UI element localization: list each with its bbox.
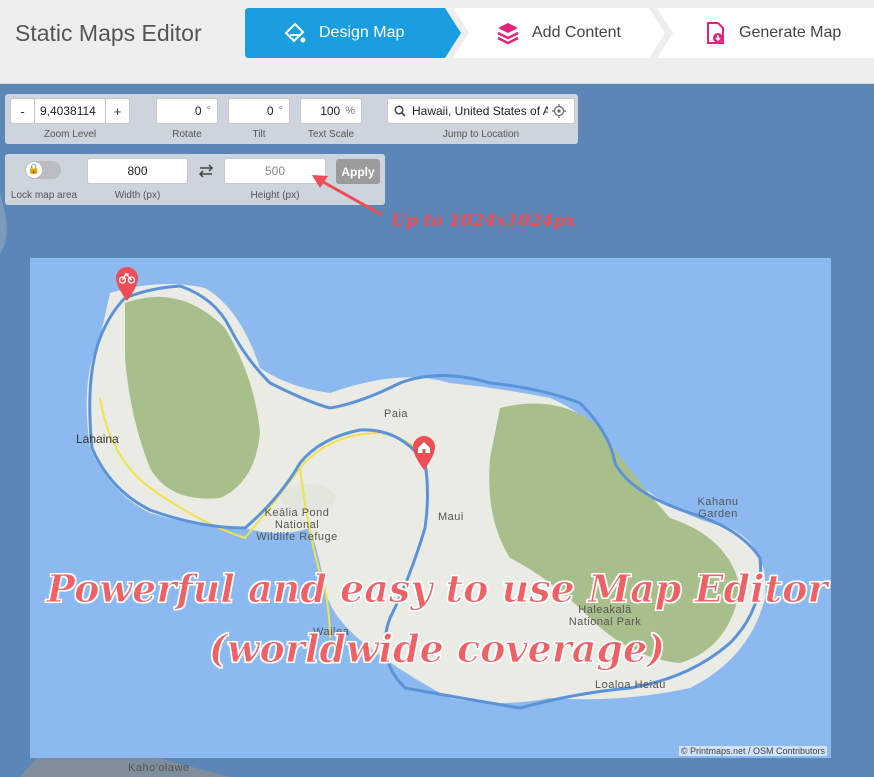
zoom-in-button[interactable]: + bbox=[105, 98, 130, 124]
location-label: Jump to Location bbox=[442, 129, 520, 140]
map-label-lahaina: Lahaina bbox=[76, 432, 119, 446]
text-scale-value: 100 bbox=[320, 104, 341, 118]
lock-map-label: Lock map area bbox=[10, 190, 78, 201]
text-scale-input[interactable]: 100 % bbox=[300, 98, 362, 124]
paint-bucket-icon bbox=[284, 22, 306, 43]
text-scale-label: Text Scale bbox=[307, 129, 355, 140]
width-input[interactable]: 800 bbox=[87, 158, 188, 184]
map-canvas[interactable]: Lahaina Paia Maui Keālia Pond National W… bbox=[30, 258, 831, 758]
bicycle-marker-icon[interactable] bbox=[114, 266, 140, 302]
step-generate-map-label: Generate Map bbox=[739, 24, 842, 41]
rotate-value: 0 bbox=[194, 104, 202, 118]
rotate-label: Rotate bbox=[172, 129, 202, 140]
map-label-kealia-line2: National bbox=[274, 519, 320, 531]
app-title: Static Maps Editor bbox=[15, 20, 202, 46]
step-add-content[interactable]: Add Content bbox=[450, 8, 668, 58]
promo-headline: Powerful and easy to use Map Editor bbox=[46, 566, 828, 612]
map-label-kealia: Keālia Pond National Wildlife Refuge bbox=[242, 507, 352, 543]
location-search-input[interactable]: Hawaii, United States of A bbox=[387, 98, 575, 124]
zoom-out-button[interactable]: - bbox=[10, 98, 35, 124]
tilt-unit: ° bbox=[278, 105, 283, 117]
step-add-content-label: Add Content bbox=[532, 24, 621, 41]
promo-subheadline: (worldwide coverage) bbox=[208, 626, 666, 672]
map-label-kealia-line3: Wildlife Refuge bbox=[256, 531, 338, 543]
step-generate-map[interactable]: Generate Map bbox=[655, 8, 874, 58]
step-design-map-label: Design Map bbox=[319, 24, 405, 41]
tilt-label: Tilt bbox=[252, 129, 266, 140]
zoom-level-label: Zoom Level bbox=[43, 129, 97, 140]
locate-icon[interactable] bbox=[552, 104, 566, 118]
rotate-input[interactable]: 0 ° bbox=[156, 98, 218, 124]
layers-icon bbox=[497, 23, 519, 45]
map-label-kahoolawe: Kaho'olawe bbox=[128, 762, 190, 774]
tilt-input[interactable]: 0 ° bbox=[228, 98, 290, 124]
tilt-value: 0 bbox=[266, 104, 274, 118]
map-label-kahanu-line1: Kahanu bbox=[697, 496, 739, 508]
size-annotation: Up to 1024x1024px bbox=[391, 211, 576, 231]
map-label-maui: Maui bbox=[438, 511, 464, 523]
search-icon bbox=[394, 105, 406, 117]
lock-icon: 🔒 bbox=[26, 162, 42, 178]
map-label-paia: Paia bbox=[384, 408, 409, 420]
map-label-kealia-line1: Keālia Pond bbox=[264, 507, 330, 519]
lock-map-toggle[interactable]: 🔒 bbox=[25, 161, 61, 179]
map-attribution[interactable]: © Printmaps.net / OSM Contributors bbox=[678, 746, 827, 756]
download-page-icon bbox=[707, 22, 724, 44]
rotate-unit: ° bbox=[206, 105, 211, 117]
swap-icon[interactable] bbox=[198, 164, 214, 178]
map-label-kahanu-line2: Garden bbox=[698, 508, 738, 520]
step-design-map[interactable]: Design Map bbox=[245, 8, 460, 58]
width-label: Width (px) bbox=[114, 190, 161, 201]
text-scale-unit: % bbox=[345, 105, 355, 117]
annotation-arrow bbox=[312, 175, 383, 217]
home-marker-icon[interactable] bbox=[411, 435, 437, 471]
map-label-loaloa: Loaloa Heiau bbox=[595, 679, 666, 691]
map-label-kahanu: Kahanu Garden bbox=[690, 496, 746, 520]
zoom-level-input[interactable]: 9,4038114 bbox=[34, 98, 106, 124]
location-value: Hawaii, United States of A bbox=[412, 104, 548, 118]
